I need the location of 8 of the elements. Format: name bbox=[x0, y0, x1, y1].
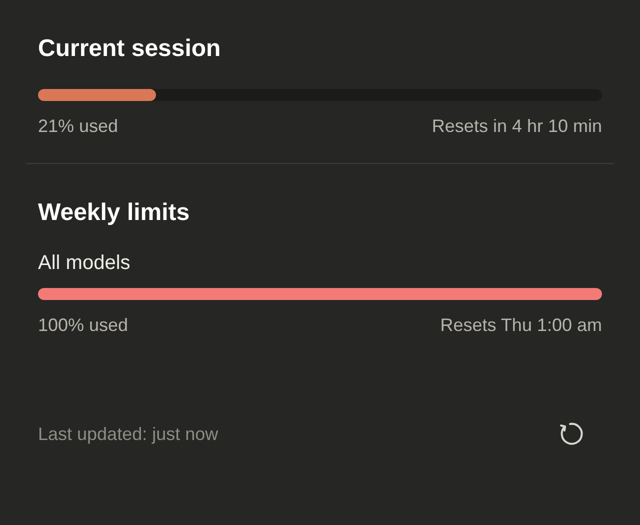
usage-text: 100% used bbox=[38, 314, 128, 336]
reset-time: Resets Thu 1:00 am bbox=[440, 314, 602, 336]
reset-time: Resets in 4 hr 10 min bbox=[432, 115, 602, 137]
last-updated-text: Last updated: just now bbox=[38, 423, 218, 445]
usage-text: 21% used bbox=[38, 115, 118, 137]
section-heading: Current session bbox=[38, 34, 222, 64]
section-heading: Weekly limits bbox=[38, 198, 191, 228]
model-label: All models bbox=[38, 251, 132, 276]
